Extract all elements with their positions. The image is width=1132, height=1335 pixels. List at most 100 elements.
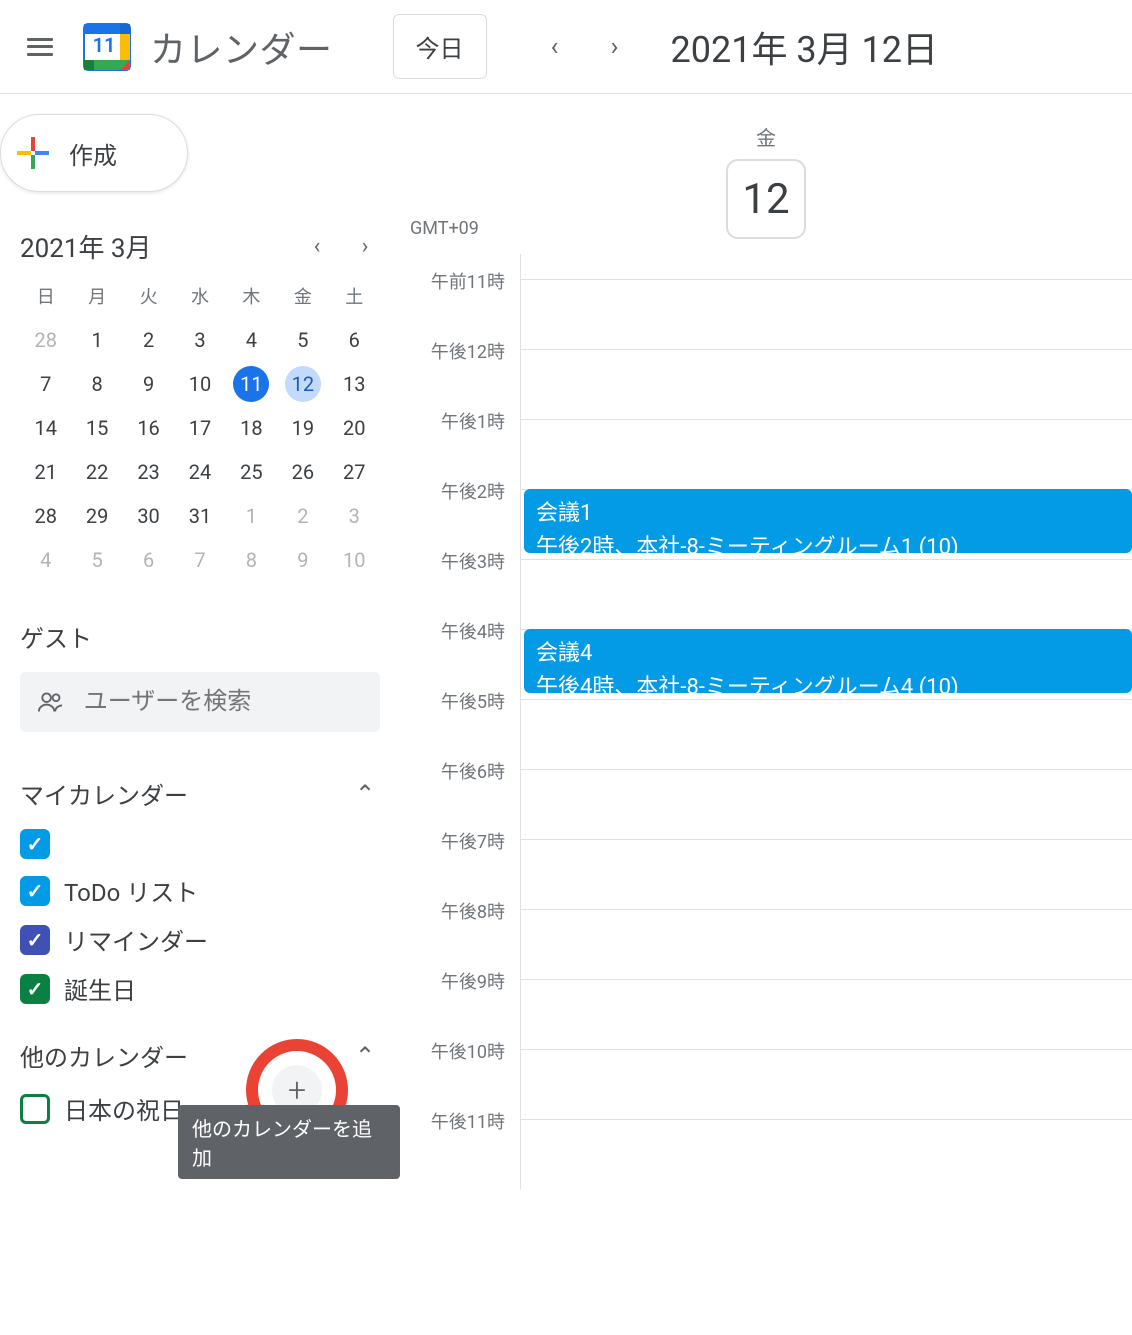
- time-label: 午後11時: [410, 1108, 505, 1134]
- my-calendars-title: マイカレンダー: [20, 776, 188, 811]
- time-slot[interactable]: 午後12時: [520, 349, 1132, 419]
- time-label: 午後9時: [410, 968, 505, 994]
- next-period-button[interactable]: ›: [595, 27, 635, 67]
- plus-icon: [11, 131, 55, 175]
- mini-day[interactable]: 1: [226, 495, 277, 537]
- guests-title: ゲスト: [20, 619, 380, 654]
- mini-day[interactable]: 3: [174, 319, 225, 361]
- mini-day[interactable]: 13: [329, 363, 380, 405]
- time-label: 午後2時: [410, 478, 505, 504]
- mini-day[interactable]: 1: [71, 319, 122, 361]
- guests-section: ゲスト: [20, 619, 380, 732]
- mini-day[interactable]: 8: [226, 539, 277, 581]
- mini-day[interactable]: 28: [20, 495, 71, 537]
- day-number-box[interactable]: 12: [726, 159, 806, 239]
- mini-day[interactable]: 21: [20, 451, 71, 493]
- mini-day[interactable]: 10: [329, 539, 380, 581]
- mini-day[interactable]: 20: [329, 407, 380, 449]
- mini-day[interactable]: 28: [20, 319, 71, 361]
- mini-day[interactable]: 7: [174, 539, 225, 581]
- time-grid[interactable]: 午前11時午後12時午後1時午後2時午後3時午後4時午後5時午後6時午後7時午後…: [400, 279, 1132, 1189]
- mini-day[interactable]: 4: [226, 319, 277, 361]
- day-number: 12: [742, 175, 789, 224]
- mini-day[interactable]: 12: [277, 363, 328, 405]
- time-slot[interactable]: 午後9時: [520, 979, 1132, 1049]
- other-calendars-title: 他のカレンダー: [20, 1038, 188, 1073]
- time-slot[interactable]: 午前11時: [520, 279, 1132, 349]
- calendar-item[interactable]: 誕生日: [20, 971, 380, 1006]
- collapse-icon[interactable]: ⌃: [350, 1042, 380, 1070]
- mini-day[interactable]: 2: [123, 319, 174, 361]
- day-view: 金 12 GMT+09 午前11時午後12時午後1時午後2時午後3時午後4時午後…: [400, 94, 1132, 1189]
- mini-prev-button[interactable]: ‹: [302, 234, 332, 259]
- calendar-item[interactable]: リマインダー: [20, 922, 380, 957]
- mini-day[interactable]: 5: [71, 539, 122, 581]
- create-label: 作成: [69, 136, 117, 171]
- mini-day[interactable]: 19: [277, 407, 328, 449]
- calendar-label: ToDo リスト: [64, 873, 198, 908]
- timezone-label: GMT+09: [410, 218, 479, 239]
- mini-dow: 日: [20, 279, 71, 317]
- mini-day[interactable]: 6: [329, 319, 380, 361]
- mini-day[interactable]: 8: [71, 363, 122, 405]
- time-slot[interactable]: 午後7時: [520, 839, 1132, 909]
- time-slot[interactable]: 午後3時: [520, 559, 1132, 629]
- time-label: 午後1時: [410, 408, 505, 434]
- mini-day[interactable]: 15: [71, 407, 122, 449]
- mini-day[interactable]: 17: [174, 407, 225, 449]
- mini-day[interactable]: 4: [20, 539, 71, 581]
- prev-period-button[interactable]: ‹: [535, 27, 575, 67]
- time-slot[interactable]: 午後5時: [520, 699, 1132, 769]
- app-logo: 11: [78, 18, 136, 76]
- calendar-checkbox[interactable]: [20, 925, 50, 955]
- mini-day[interactable]: 2: [277, 495, 328, 537]
- guest-search-input[interactable]: [84, 688, 362, 716]
- mini-day[interactable]: 31: [174, 495, 225, 537]
- mini-day[interactable]: 7: [20, 363, 71, 405]
- mini-calendar-title: 2021年 3月: [20, 228, 152, 265]
- create-button[interactable]: 作成: [0, 114, 188, 192]
- mini-day[interactable]: 29: [71, 495, 122, 537]
- mini-day[interactable]: 18: [226, 407, 277, 449]
- calendar-checkbox[interactable]: [20, 829, 50, 859]
- time-slot[interactable]: 午後11時: [520, 1119, 1132, 1189]
- time-slot[interactable]: 午後6時: [520, 769, 1132, 839]
- time-slot[interactable]: 午後8時: [520, 909, 1132, 979]
- calendar-event[interactable]: 会議4午後4時、本社-8-ミーティングルーム4 (10): [524, 629, 1132, 693]
- mini-day[interactable]: 11: [226, 363, 277, 405]
- mini-day[interactable]: 6: [123, 539, 174, 581]
- calendar-event[interactable]: 会議1午後2時、本社-8-ミーティングルーム1 (10): [524, 489, 1132, 553]
- day-of-week-label: 金: [400, 122, 1132, 151]
- calendar-checkbox[interactable]: [20, 974, 50, 1004]
- mini-day[interactable]: 10: [174, 363, 225, 405]
- mini-day[interactable]: 24: [174, 451, 225, 493]
- mini-day[interactable]: 30: [123, 495, 174, 537]
- my-calendars-section: マイカレンダー ⌃ ToDo リストリマインダー誕生日: [20, 776, 380, 1006]
- guest-search-box[interactable]: [20, 672, 380, 732]
- time-slot[interactable]: 午後1時: [520, 419, 1132, 489]
- calendar-checkbox[interactable]: [20, 876, 50, 906]
- collapse-icon[interactable]: ⌃: [350, 780, 380, 808]
- mini-dow: 土: [329, 279, 380, 317]
- main-menu-button[interactable]: [16, 23, 64, 71]
- mini-dow: 水: [174, 279, 225, 317]
- mini-day[interactable]: 22: [71, 451, 122, 493]
- mini-day[interactable]: 5: [277, 319, 328, 361]
- calendar-checkbox[interactable]: [20, 1094, 50, 1124]
- mini-day[interactable]: 9: [123, 363, 174, 405]
- today-button[interactable]: 今日: [393, 14, 487, 79]
- current-date-label: 2021年 3月 12日: [671, 21, 939, 73]
- calendar-item[interactable]: ToDo リスト: [20, 873, 380, 908]
- mini-day[interactable]: 23: [123, 451, 174, 493]
- calendar-item[interactable]: [20, 829, 380, 859]
- time-slot[interactable]: 午後10時: [520, 1049, 1132, 1119]
- mini-next-button[interactable]: ›: [350, 234, 380, 259]
- mini-day[interactable]: 25: [226, 451, 277, 493]
- time-label: 午後3時: [410, 548, 505, 574]
- mini-day[interactable]: 9: [277, 539, 328, 581]
- mini-day[interactable]: 14: [20, 407, 71, 449]
- mini-day[interactable]: 16: [123, 407, 174, 449]
- mini-day[interactable]: 3: [329, 495, 380, 537]
- mini-day[interactable]: 26: [277, 451, 328, 493]
- mini-day[interactable]: 27: [329, 451, 380, 493]
